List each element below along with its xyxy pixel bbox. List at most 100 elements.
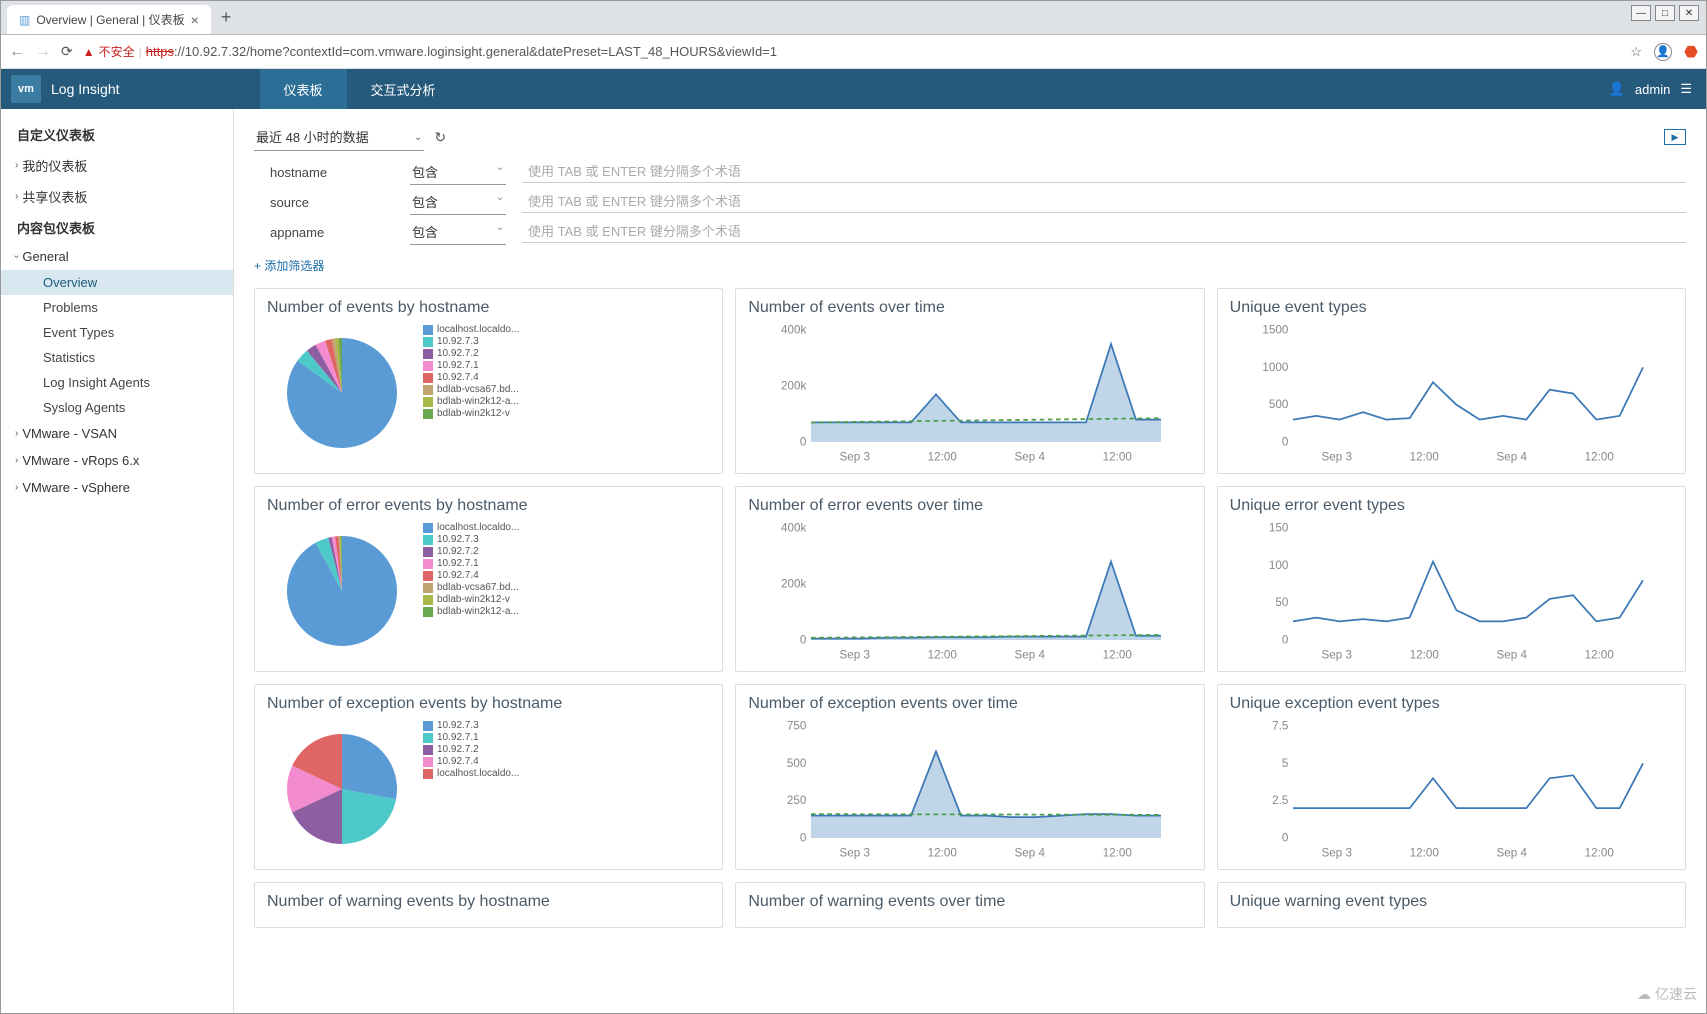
widget[interactable]: Unique exception event types7.552.50Sep … bbox=[1217, 684, 1686, 870]
tab-interactive-analysis[interactable]: 交互式分析 bbox=[347, 69, 460, 109]
sidebar-item-my-dashboards[interactable]: ›我的仪表板 bbox=[1, 150, 233, 181]
svg-text:12:00: 12:00 bbox=[1103, 847, 1133, 859]
reload-icon[interactable]: ⟳ bbox=[61, 43, 73, 60]
svg-text:400k: 400k bbox=[781, 324, 806, 337]
svg-text:Sep 4: Sep 4 bbox=[1496, 649, 1527, 661]
sidebar-item-general[interactable]: ›General bbox=[1, 243, 233, 270]
new-tab-button[interactable]: + bbox=[211, 1, 242, 34]
filter-operator-select[interactable]: 包含⌄ bbox=[410, 189, 506, 215]
window-minimize-icon[interactable]: — bbox=[1631, 5, 1651, 21]
address-bar: ← → ⟳ ▲ 不安全 | https://10.92.7.32/home?co… bbox=[1, 35, 1706, 69]
svg-text:200k: 200k bbox=[781, 578, 806, 591]
svg-text:0: 0 bbox=[800, 634, 807, 647]
star-icon[interactable]: ☆ bbox=[1630, 44, 1642, 60]
back-icon[interactable]: ← bbox=[9, 43, 25, 61]
sidebar-sub-log-insight-agents[interactable]: Log Insight Agents bbox=[1, 370, 233, 395]
legend-item: localhost.localdo... bbox=[423, 768, 710, 779]
svg-text:0: 0 bbox=[1282, 634, 1289, 647]
widget-title: Unique exception event types bbox=[1230, 695, 1673, 713]
svg-text:12:00: 12:00 bbox=[1584, 847, 1614, 859]
widget[interactable]: Number of error events by hostname localh… bbox=[254, 486, 723, 672]
play-icon[interactable]: ▶ bbox=[1664, 129, 1686, 145]
sidebar-item-vmware-vsan[interactable]: ›VMware - VSAN bbox=[1, 420, 233, 447]
tab-title: Overview | General | 仪表板 bbox=[36, 11, 184, 28]
legend-item: 10.92.7.1 bbox=[423, 732, 710, 743]
widget-title: Unique warning event types bbox=[1230, 893, 1673, 911]
legend-item: 10.92.7.1 bbox=[423, 558, 710, 569]
filter-value-input[interactable] bbox=[522, 161, 1686, 183]
line-chart: 7.552.50Sep 312:00Sep 412:00 bbox=[1230, 719, 1673, 859]
sidebar-sub-statistics[interactable]: Statistics bbox=[1, 345, 233, 370]
user-name[interactable]: admin bbox=[1635, 82, 1670, 97]
close-icon[interactable]: × bbox=[191, 12, 199, 28]
filter-operator-select[interactable]: 包含⌄ bbox=[410, 159, 506, 185]
cloud-icon: ☁ bbox=[1637, 986, 1651, 1003]
add-filter-button[interactable]: + 添加筛选器 bbox=[254, 249, 1686, 278]
svg-text:12:00: 12:00 bbox=[1584, 451, 1614, 463]
svg-text:12:00: 12:00 bbox=[928, 847, 958, 859]
svg-text:0: 0 bbox=[1282, 832, 1289, 845]
widget-title: Number of exception events by hostname bbox=[267, 695, 710, 713]
legend-item: 10.92.7.4 bbox=[423, 756, 710, 767]
svg-text:500: 500 bbox=[1269, 398, 1289, 411]
widget[interactable]: Number of events by hostnamelocalhost.lo… bbox=[254, 288, 723, 474]
svg-text:12:00: 12:00 bbox=[1409, 649, 1439, 661]
svg-text:Sep 4: Sep 4 bbox=[1015, 847, 1046, 859]
sidebar-item-vmware-vsphere[interactable]: ›VMware - vSphere bbox=[1, 474, 233, 501]
legend-item: bdlab-vcsa67.bd... bbox=[423, 582, 710, 593]
window-close-icon[interactable]: ✕ bbox=[1679, 5, 1699, 21]
sidebar-sub-overview[interactable]: Overview bbox=[1, 270, 233, 295]
tab-dashboard[interactable]: 仪表板 bbox=[260, 69, 347, 109]
svg-text:200k: 200k bbox=[781, 380, 806, 393]
widget[interactable]: Unique event types150010005000Sep 312:00… bbox=[1217, 288, 1686, 474]
window-maximize-icon[interactable]: □ bbox=[1655, 5, 1675, 21]
legend-item: 10.92.7.3 bbox=[423, 336, 710, 347]
extension-icon[interactable]: ⬣ bbox=[1684, 42, 1698, 62]
filter-operator-select[interactable]: 包含⌄ bbox=[410, 219, 506, 245]
app-header: vm Log Insight 仪表板 交互式分析 👤 admin ☰ bbox=[1, 69, 1706, 109]
filter-value-input[interactable] bbox=[522, 191, 1686, 213]
chevron-down-icon: › bbox=[11, 255, 22, 258]
svg-text:12:00: 12:00 bbox=[928, 649, 958, 661]
sidebar-sub-event-types[interactable]: Event Types bbox=[1, 320, 233, 345]
sidebar-sub-problems[interactable]: Problems bbox=[1, 295, 233, 320]
profile-icon[interactable]: 👤 bbox=[1654, 43, 1672, 61]
time-range-select[interactable]: 最近 48 小时的数据 bbox=[254, 123, 424, 151]
widget[interactable]: Number of events over time400k200k0Sep 3… bbox=[735, 288, 1204, 474]
svg-text:0: 0 bbox=[800, 436, 807, 449]
sidebar-heading-content-pack: 内容包仪表板 bbox=[1, 212, 233, 243]
sidebar-sub-syslog-agents[interactable]: Syslog Agents bbox=[1, 395, 233, 420]
legend-item: 10.92.7.4 bbox=[423, 372, 710, 383]
widget-title: Number of error events over time bbox=[748, 497, 1191, 515]
widget-title: Number of warning events by hostname bbox=[267, 893, 710, 911]
pie-chart bbox=[267, 323, 417, 463]
refresh-icon[interactable]: ↻ bbox=[434, 129, 446, 146]
svg-text:Sep 3: Sep 3 bbox=[1321, 649, 1351, 661]
widget[interactable]: Number of warning events over time bbox=[735, 882, 1204, 928]
filter-value-input[interactable] bbox=[522, 221, 1686, 243]
widget-title: Number of warning events over time bbox=[748, 893, 1191, 911]
legend-item: 10.92.7.1 bbox=[423, 360, 710, 371]
browser-tab[interactable]: ▥ Overview | General | 仪表板 × bbox=[7, 5, 211, 34]
menu-icon[interactable]: ☰ bbox=[1680, 81, 1692, 97]
svg-text:5: 5 bbox=[1282, 757, 1288, 770]
legend-item: localhost.localdo... bbox=[423, 522, 710, 533]
widget[interactable]: Unique error event types150100500Sep 312… bbox=[1217, 486, 1686, 672]
widget-title: Number of events by hostname bbox=[267, 299, 710, 317]
widget[interactable]: Number of warning events by hostname bbox=[254, 882, 723, 928]
widget[interactable]: Number of exception events over time7505… bbox=[735, 684, 1204, 870]
filter-label: source bbox=[254, 195, 394, 210]
widget[interactable]: Number of error events over time400k200k… bbox=[735, 486, 1204, 672]
widget[interactable]: Number of exception events by hostname 10… bbox=[254, 684, 723, 870]
widget-title: Number of exception events over time bbox=[748, 695, 1191, 713]
legend-item: 10.92.7.2 bbox=[423, 744, 710, 755]
widget[interactable]: Unique warning event types bbox=[1217, 882, 1686, 928]
security-badge[interactable]: ▲ 不安全 | https://10.92.7.32/home?contextI… bbox=[83, 43, 777, 60]
forward-icon[interactable]: → bbox=[35, 43, 51, 61]
user-icon: 👤 bbox=[1609, 81, 1625, 97]
main-content: 最近 48 小时的数据 ⌄ ↻ ▶ hostname 包含⌄ source 包含… bbox=[234, 109, 1706, 1013]
widget-title: Number of error events by hostname bbox=[267, 497, 710, 515]
sidebar-item-shared-dashboards[interactable]: ›共享仪表板 bbox=[1, 181, 233, 212]
watermark: ☁ 亿速云 bbox=[1637, 984, 1697, 1004]
sidebar-item-vmware-vrops[interactable]: ›VMware - vRops 6.x bbox=[1, 447, 233, 474]
